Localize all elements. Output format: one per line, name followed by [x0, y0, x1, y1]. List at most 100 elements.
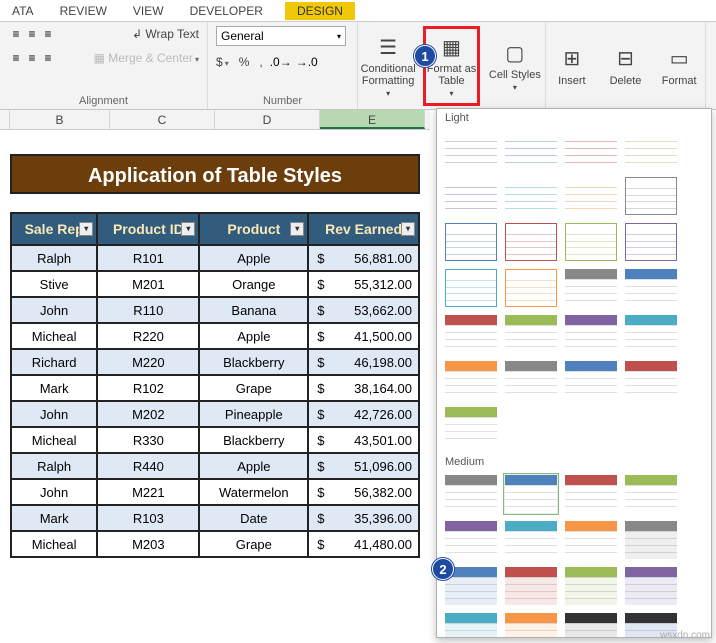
merge-center-button: ▦ Merge & Center — [94, 51, 199, 65]
style-swatch[interactable] — [443, 175, 499, 217]
style-swatch[interactable] — [443, 221, 499, 263]
style-swatch[interactable] — [563, 519, 619, 561]
style-swatch[interactable] — [443, 519, 499, 561]
col-d[interactable]: D — [215, 110, 320, 129]
format-as-table-icon: ▦ — [438, 33, 466, 61]
align-top-icon[interactable]: ≡ — [8, 26, 24, 42]
table-row[interactable]: JohnM202Pineapple$42,726.00 — [11, 401, 419, 427]
style-swatch[interactable] — [623, 359, 679, 401]
align-right-icon[interactable]: ≡ — [40, 50, 56, 66]
data-table: Sale Rep▾ Product ID▾ Product▾ Rev Earne… — [10, 212, 420, 558]
table-row[interactable]: MichealR330Blackberry$43,501.00 — [11, 427, 419, 453]
align-bottom-icon[interactable]: ≡ — [40, 26, 56, 42]
tab-review[interactable]: REVIEW — [56, 2, 111, 20]
group-alignment-label: Alignment — [8, 95, 199, 107]
style-swatch[interactable] — [503, 519, 559, 561]
style-swatch[interactable] — [443, 129, 499, 171]
section-light: Light — [437, 109, 711, 127]
style-swatch[interactable] — [563, 473, 619, 515]
style-swatch[interactable] — [443, 313, 499, 355]
style-swatch[interactable] — [563, 611, 619, 638]
style-swatch[interactable] — [563, 175, 619, 217]
style-swatch[interactable] — [443, 473, 499, 515]
currency-button[interactable]: $ — [216, 55, 229, 69]
style-swatch[interactable] — [563, 129, 619, 171]
conditional-formatting-button[interactable]: ☰ Conditional Formatting▾ — [360, 26, 416, 106]
col-e[interactable]: E — [320, 110, 425, 129]
style-swatch[interactable] — [563, 313, 619, 355]
tab-view[interactable]: VIEW — [129, 2, 168, 20]
hdr-rep[interactable]: Sale Rep▾ — [11, 213, 97, 245]
table-row[interactable]: MichealR220Apple$41,500.00 — [11, 323, 419, 349]
style-swatch[interactable] — [623, 175, 679, 217]
tab-developer[interactable]: DEVELOPER — [186, 2, 267, 20]
style-swatch[interactable] — [443, 359, 499, 401]
table-row[interactable]: RalphR440Apple$51,096.00 — [11, 453, 419, 479]
style-swatch[interactable] — [563, 267, 619, 309]
decrease-decimal-icon[interactable]: →.0 — [299, 54, 315, 70]
style-swatch[interactable] — [503, 359, 559, 401]
column-headers: B C D E — [0, 110, 430, 130]
hdr-rev[interactable]: Rev Earned▾ — [308, 213, 419, 245]
style-swatch[interactable] — [503, 175, 559, 217]
style-swatch[interactable] — [503, 267, 559, 309]
wrap-text-button[interactable]: ↲ Wrap Text — [132, 27, 199, 41]
hdr-pid[interactable]: Product ID▾ — [97, 213, 199, 245]
style-swatch[interactable] — [443, 611, 499, 638]
format-cells-button[interactable]: ▭Format — [655, 26, 703, 106]
col-b[interactable]: B — [10, 110, 110, 129]
style-swatch[interactable] — [623, 473, 679, 515]
col-c[interactable]: C — [110, 110, 215, 129]
style-swatch[interactable] — [623, 129, 679, 171]
number-format-select[interactable]: General▾ — [216, 26, 346, 46]
table-row[interactable]: RichardM220Blackberry$46,198.00 — [11, 349, 419, 375]
table-row[interactable]: RalphR101Apple$56,881.00 — [11, 245, 419, 271]
table-row[interactable]: MichealM203Grape$41,480.00 — [11, 531, 419, 557]
style-swatch[interactable] — [443, 405, 499, 447]
style-swatch[interactable] — [503, 313, 559, 355]
hdr-prod[interactable]: Product▾ — [199, 213, 308, 245]
style-swatch[interactable] — [623, 267, 679, 309]
insert-cells-button[interactable]: ⊞Insert — [548, 26, 596, 106]
style-swatch[interactable] — [503, 473, 559, 515]
style-swatch[interactable] — [503, 129, 559, 171]
delete-cells-button[interactable]: ⊟Delete — [602, 26, 650, 106]
align-left-icon[interactable]: ≡ — [8, 50, 24, 66]
format-as-table-button[interactable]: ▦ Format as Table▾ — [423, 26, 479, 106]
callout-1: 1 — [414, 45, 436, 67]
style-swatch[interactable] — [623, 221, 679, 263]
style-swatch[interactable] — [563, 221, 619, 263]
insert-icon: ⊞ — [558, 45, 586, 73]
style-swatch[interactable] — [503, 565, 559, 607]
align-middle-icon[interactable]: ≡ — [24, 26, 40, 42]
table-styles-gallery: Light Medium Dark New Table Style... New… — [436, 108, 712, 638]
table-row[interactable]: JohnM221Watermelon$56,382.00 — [11, 479, 419, 505]
tab-design[interactable]: DESIGN — [285, 2, 355, 20]
style-swatch[interactable] — [563, 359, 619, 401]
align-center-icon[interactable]: ≡ — [24, 50, 40, 66]
style-swatch[interactable] — [623, 519, 679, 561]
table-row[interactable]: MarkR103Date$35,396.00 — [11, 505, 419, 531]
cell-styles-button[interactable]: ▢ Cell Styles▾ — [487, 26, 543, 106]
style-swatch[interactable] — [503, 611, 559, 638]
increase-decimal-icon[interactable]: .0→ — [273, 54, 289, 70]
style-swatch[interactable] — [623, 565, 679, 607]
style-swatch[interactable] — [563, 565, 619, 607]
comma-button[interactable]: , — [259, 55, 262, 69]
table-row[interactable]: JohnR110Banana$53,662.00 — [11, 297, 419, 323]
table-row[interactable]: StiveM201Orange$55,312.00 — [11, 271, 419, 297]
format-icon: ▭ — [665, 45, 693, 73]
filter-icon[interactable]: ▾ — [181, 222, 195, 236]
filter-icon[interactable]: ▾ — [79, 222, 93, 236]
style-swatch[interactable] — [503, 221, 559, 263]
ribbon: ≡≡≡ ↲ Wrap Text ≡≡≡ ▦ Merge & Center Ali… — [0, 22, 716, 110]
table-row[interactable]: MarkR102Grape$38,164.00 — [11, 375, 419, 401]
percent-button[interactable]: % — [239, 55, 250, 69]
cell-styles-icon: ▢ — [501, 39, 529, 67]
tab-data[interactable]: ATA — [8, 2, 38, 20]
medium-grid — [437, 471, 711, 638]
filter-icon[interactable]: ▾ — [401, 222, 415, 236]
filter-icon[interactable]: ▾ — [290, 222, 304, 236]
style-swatch[interactable] — [623, 313, 679, 355]
style-swatch[interactable] — [443, 267, 499, 309]
